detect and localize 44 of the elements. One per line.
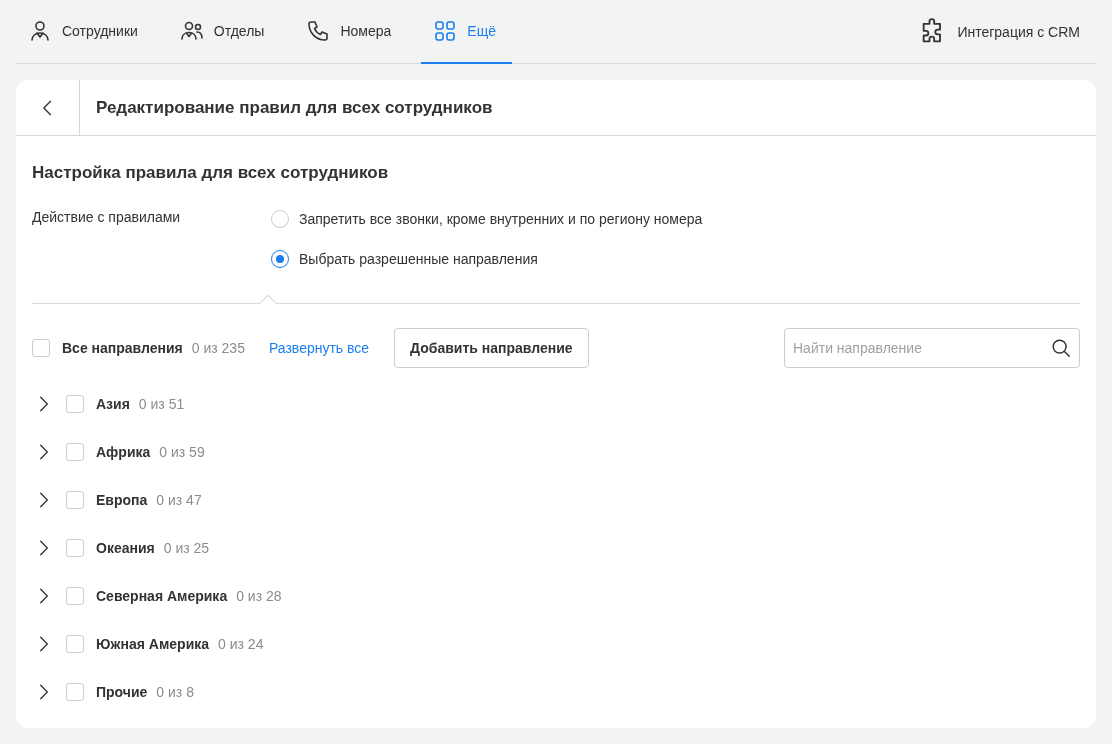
region-count: 0 из 28 bbox=[236, 588, 282, 604]
region-count: 0 из 47 bbox=[156, 492, 202, 508]
section-title: Настройка правила для всех сотрудников bbox=[32, 163, 390, 183]
region-name: Азия bbox=[96, 396, 130, 412]
region-count: 0 из 25 bbox=[163, 540, 210, 556]
checkbox[interactable] bbox=[66, 683, 84, 701]
checkbox[interactable] bbox=[66, 539, 84, 557]
checkbox[interactable] bbox=[66, 395, 84, 413]
region-count: 0 из 8 bbox=[156, 684, 194, 700]
radio-label[interactable]: Запретить все звонки, кроме внутренних и по региону номера bbox=[299, 211, 703, 227]
people-icon bbox=[179, 19, 204, 43]
phone-icon bbox=[306, 19, 331, 43]
radio-button[interactable] bbox=[271, 210, 289, 228]
radio-label[interactable]: Выбрать разрешенные направления bbox=[299, 251, 538, 267]
checkbox[interactable] bbox=[32, 339, 50, 357]
region-name: Прочие bbox=[96, 684, 148, 700]
checkbox-label: Все направления bbox=[62, 340, 183, 356]
nav-tab[interactable]: Номера bbox=[294, 0, 408, 64]
region-name: Африка bbox=[96, 444, 151, 460]
checkbox[interactable] bbox=[66, 635, 84, 653]
selection-count: 0 из 235 bbox=[191, 340, 245, 356]
checkbox[interactable] bbox=[66, 443, 84, 461]
page-title: Редактирование правил для всех сотрудников bbox=[95, 97, 493, 118]
radio-button[interactable] bbox=[271, 250, 289, 268]
checkbox[interactable] bbox=[66, 587, 84, 605]
crm-integration-button[interactable]: Интеграция с CRM bbox=[919, 0, 1096, 63]
nav-tab[interactable]: Ещё bbox=[421, 0, 512, 64]
region-count: 0 из 24 bbox=[218, 636, 264, 652]
person-icon bbox=[28, 19, 52, 43]
region-name: Океания bbox=[96, 540, 155, 556]
add-direction-button[interactable]: Добавить направление bbox=[394, 328, 589, 368]
nav-tab[interactable]: Отделы bbox=[167, 0, 281, 64]
region-name: Европа bbox=[96, 492, 148, 508]
search-field[interactable]: Найти направление bbox=[784, 328, 1080, 368]
search-icon bbox=[1050, 337, 1072, 359]
region-name: Южная Америка bbox=[96, 636, 210, 652]
region-name: Северная Америка bbox=[96, 588, 228, 604]
region-count: 0 из 59 bbox=[159, 444, 205, 460]
region-count: 0 из 51 bbox=[138, 396, 185, 412]
checkbox[interactable] bbox=[66, 491, 84, 509]
grid-icon bbox=[433, 19, 458, 43]
field-label: Действие с правилами bbox=[32, 208, 182, 227]
nav-tab[interactable]: Сотрудники bbox=[16, 0, 154, 64]
expand-all-link[interactable]: Развернуть все bbox=[268, 340, 370, 356]
